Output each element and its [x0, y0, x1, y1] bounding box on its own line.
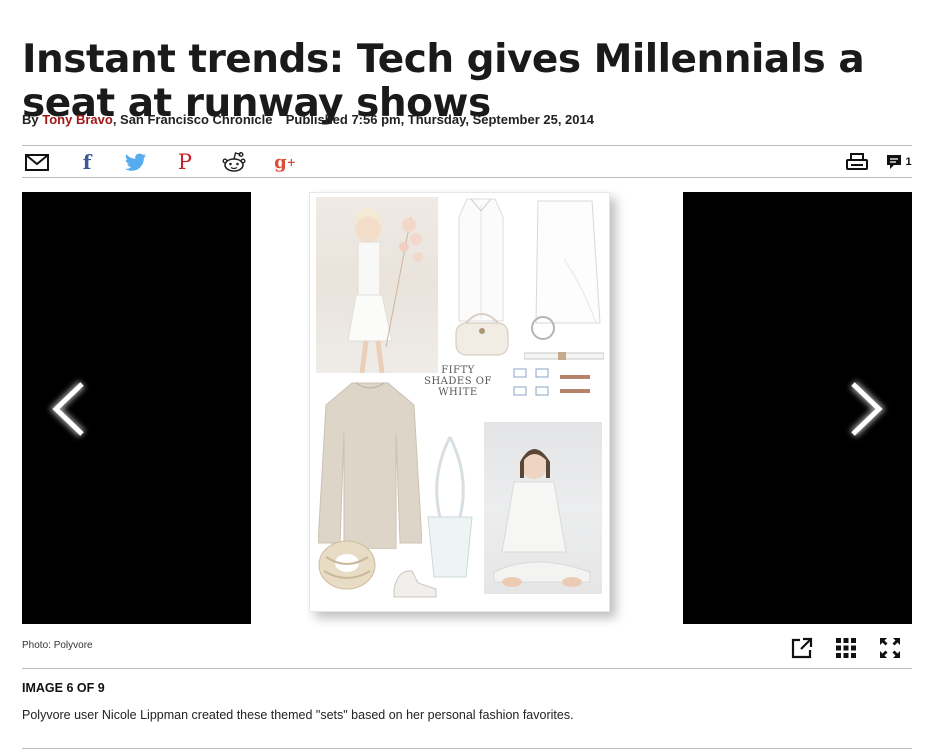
white-skirt-image [535, 200, 601, 324]
share-bar: f P g + 1 [22, 145, 912, 178]
byline-prefix: By [22, 112, 39, 127]
reddit-icon[interactable] [222, 151, 246, 173]
print-icon[interactable] [846, 151, 868, 173]
earrings-image [513, 368, 590, 396]
pinterest-icon[interactable]: P [177, 150, 193, 174]
handbag-image [455, 313, 509, 356]
divider [22, 668, 912, 669]
published-date: Published 7:56 pm, Thursday, September 2… [285, 112, 594, 127]
comment-count: 1 [905, 156, 912, 168]
comments-button[interactable]: 1 [884, 151, 914, 173]
google-plus-glyph: g [274, 151, 287, 173]
knit-scarf-image [318, 540, 376, 590]
polyvore-collage-image: FIFTY SHADES OF WHITE [309, 192, 610, 612]
bracelet-image [531, 316, 555, 340]
author-link[interactable]: Tony Bravo [42, 112, 113, 127]
collage-title-line-3: WHITE [438, 387, 478, 398]
model-photo-bottom [484, 422, 602, 594]
sneakers-image [393, 570, 437, 598]
chevron-left-icon[interactable] [42, 374, 102, 444]
gallery-prev-panel[interactable] [22, 192, 251, 624]
image-caption: Polyvore user Nicole Lippman created the… [22, 708, 574, 722]
photo-credit: Photo: Polyvore [22, 640, 93, 651]
chevron-right-icon[interactable] [833, 374, 893, 444]
external-link-icon[interactable] [790, 636, 814, 660]
google-plus-icon[interactable]: g + [274, 151, 296, 173]
google-plus-sup: + [286, 155, 296, 169]
image-counter: IMAGE 6 OF 9 [22, 681, 105, 695]
photo-gallery: FIFTY SHADES OF WHITE [22, 192, 912, 624]
collage-title-line-1: FIFTY [441, 365, 475, 376]
email-icon[interactable] [24, 151, 50, 173]
belt-image [524, 352, 604, 360]
collage-title: FIFTY SHADES OF WHITE [422, 365, 494, 398]
comment-icon [887, 155, 902, 169]
twitter-icon[interactable] [124, 151, 148, 173]
model-photo-top [316, 197, 438, 374]
byline: By Tony Bravo, San Francisco Chronicle P… [22, 112, 594, 127]
fullscreen-icon[interactable] [878, 636, 902, 660]
knit-sweater-image [318, 382, 422, 549]
collage-title-line-2: SHADES OF [424, 376, 492, 387]
gallery-next-panel[interactable] [683, 192, 912, 624]
gallery-caption-row: Photo: Polyvore [22, 637, 912, 660]
grid-view-icon[interactable] [834, 636, 858, 660]
facebook-icon[interactable]: f [80, 150, 94, 174]
publication-name: , San Francisco Chronicle [112, 112, 273, 127]
divider [22, 748, 912, 749]
shoulder-bag-image [427, 436, 473, 578]
